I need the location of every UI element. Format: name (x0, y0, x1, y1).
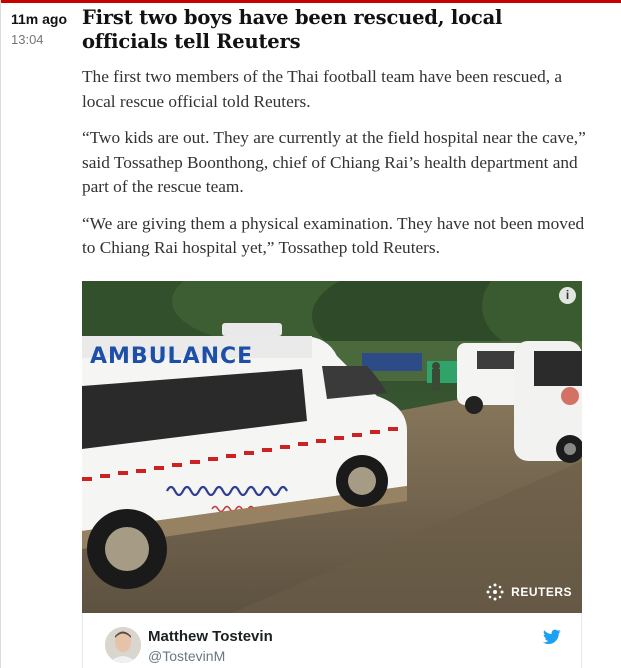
reuters-watermark-text: REUTERS (511, 585, 572, 599)
tweet-author-handle[interactable]: @TostevinM (148, 648, 225, 664)
entry-paragraph-3: “We are giving them a physical examinati… (82, 213, 585, 258)
live-entry: First two boys have been rescued, local … (82, 6, 592, 261)
ambulance-lettering: AMBULANCE (90, 344, 253, 369)
entry-meta: 11m ago 13:04 (11, 10, 67, 48)
news-photo[interactable]: AMBULANCE i REUTERS (82, 281, 582, 613)
time-ago[interactable]: 11m ago (11, 10, 67, 28)
avatar[interactable] (105, 627, 141, 663)
info-icon[interactable]: i (559, 287, 576, 304)
entry-paragraph-1: The first two members of the Thai footba… (82, 67, 563, 111)
reuters-logo-icon (486, 583, 504, 601)
embedded-tweet[interactable]: Matthew Tostevin @TostevinM (82, 613, 582, 668)
twitter-bird-icon[interactable] (543, 629, 561, 645)
timestamp: 13:04 (11, 32, 44, 47)
entry-paragraph-2: “Two kids are out. They are currently at… (82, 128, 586, 196)
entry-headline: First two boys have been rescued, local … (82, 6, 503, 53)
ambulance-photo-illustration: AMBULANCE (82, 281, 582, 613)
left-divider (0, 0, 1, 668)
reuters-watermark: REUTERS (484, 581, 572, 603)
tweet-author-name[interactable]: Matthew Tostevin (148, 628, 273, 645)
top-accent-rule (0, 0, 621, 3)
avatar-portrait (105, 627, 141, 663)
